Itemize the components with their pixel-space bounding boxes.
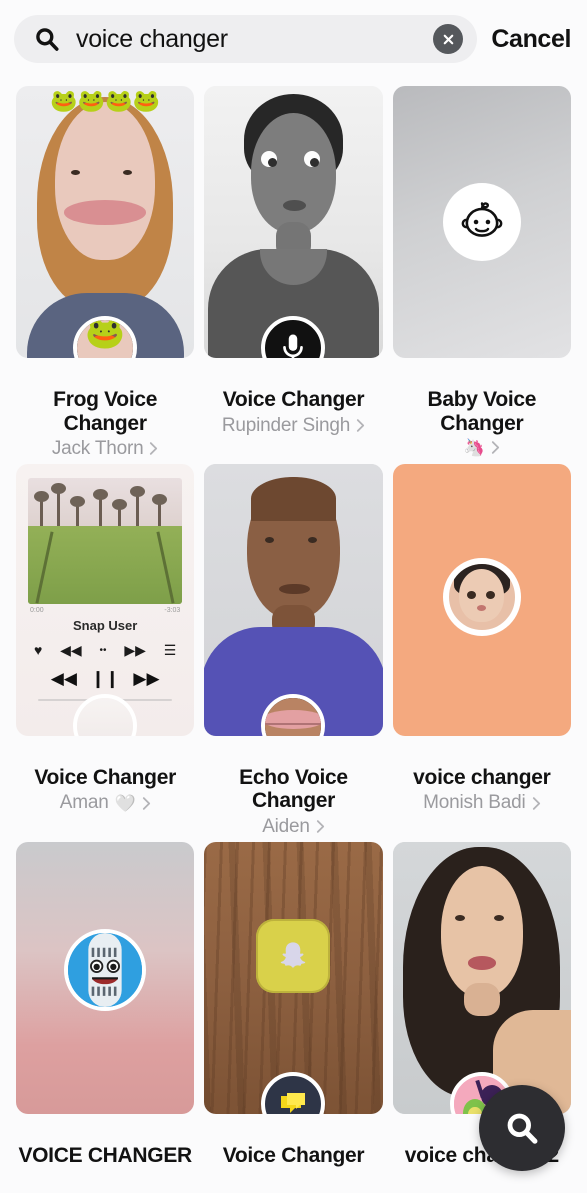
time-elapsed: 0:00: [30, 606, 44, 614]
lens-thumbnail[interactable]: [392, 841, 571, 1114]
lens-title: Frog Voice Changer: [53, 388, 158, 435]
lens-author-row[interactable]: Aman 🤍: [60, 792, 151, 814]
lens-author-row[interactable]: 🦄: [464, 438, 500, 458]
frog-emoji-row: 🐸🐸🐸🐸: [50, 88, 160, 113]
lens-title: Voice Changer: [222, 388, 365, 411]
lens-author-row[interactable]: Jack Thorn: [52, 438, 159, 460]
previous-icon[interactable]: ◀◀: [51, 669, 77, 689]
lens-card[interactable]: Voice Changer: [204, 841, 383, 1168]
lens-meta: Baby Voice Changer 🦄: [393, 358, 571, 458]
lens-thumbnail[interactable]: [392, 463, 571, 736]
pause-icon[interactable]: ❙❙: [91, 669, 120, 689]
lens-thumbnail[interactable]: 0:00 -3:03 Snap User ♥ ◀◀ •• ▶▶ ☰ ◀◀ ❙❙: [16, 463, 195, 736]
lens-meta: voice changer Monish Badi: [393, 736, 571, 814]
lens-meta: VOICE CHANGER: [16, 1114, 194, 1168]
player-times: 0:00 -3:03: [28, 604, 182, 614]
queue-icon[interactable]: ☰: [164, 642, 177, 659]
lens-thumbnail[interactable]: 🐸🐸🐸🐸 🐸: [16, 86, 195, 358]
lens-badge-yellow-speech-bubble-icon[interactable]: [261, 1071, 326, 1114]
lens-author-name: Aman: [59, 792, 109, 814]
lens-badge-cartoon-microphone-icon[interactable]: [64, 928, 147, 1011]
rewind-icon[interactable]: ◀◀: [60, 642, 82, 659]
album-art: [28, 477, 183, 604]
search-icon: [507, 1113, 538, 1144]
lens-author-row[interactable]: Monish Badi: [423, 792, 540, 814]
cancel-button[interactable]: Cancel: [487, 25, 573, 54]
lens-thumbnail[interactable]: [392, 86, 571, 358]
lens-card[interactable]: Echo Voice Changer Aiden: [204, 463, 383, 838]
lens-title: Baby Voice Changer: [427, 388, 537, 435]
lens-card[interactable]: Baby Voice Changer 🦄: [392, 86, 571, 460]
lens-title: Voice Changer: [34, 765, 176, 789]
search-results-screen: voice changer Cancel 🐸�: [0, 0, 587, 1193]
lens-card[interactable]: voice changer Monish Badi: [392, 463, 571, 838]
heart-icon[interactable]: ♥: [34, 642, 42, 658]
yellow-speech-bubble-icon: [281, 1092, 306, 1113]
lens-author-name: Aiden: [262, 815, 310, 837]
lens-badge-baby-face-icon[interactable]: [442, 183, 521, 261]
lens-thumbnail[interactable]: [204, 86, 383, 358]
player-secondary-controls: ♥ ◀◀ •• ▶▶ ☰: [28, 633, 182, 659]
lens-badge-frog-lens-icon[interactable]: 🐸: [73, 316, 138, 358]
next-icon[interactable]: ▶▶: [133, 669, 159, 689]
chevron-right-icon: [150, 442, 158, 456]
lens-thumbnail[interactable]: [204, 841, 383, 1114]
cartoon-microphone-icon: [68, 932, 143, 1007]
baby-face-icon: [461, 202, 503, 237]
lens-author-row[interactable]: Rupinder Singh: [222, 415, 365, 437]
lens-meta: Frog Voice Changer Jack Thorn: [16, 358, 194, 460]
close-icon: [443, 34, 454, 44]
chevron-right-icon: [142, 797, 150, 810]
lens-author-name: Jack Thorn: [51, 438, 144, 460]
player-artist: Snap User: [73, 617, 138, 633]
chevron-right-icon: [532, 797, 540, 810]
more-icon[interactable]: ••: [100, 645, 107, 656]
lens-title: VOICE CHANGER: [18, 1143, 192, 1167]
microphone-icon: [283, 334, 304, 358]
lens-card[interactable]: Voice Changer Rupinder Singh: [204, 86, 383, 460]
lens-badge-face-lens-icon[interactable]: [442, 558, 521, 637]
lens-author-row[interactable]: Aiden: [262, 816, 325, 838]
lens-title: Voice Changer: [222, 1143, 365, 1167]
lens-meta: Voice Changer Rupinder Singh: [204, 358, 382, 436]
search-icon: [36, 28, 59, 51]
lens-thumbnail[interactable]: [204, 463, 383, 736]
lens-results-grid: 🐸🐸🐸🐸 🐸 Frog Voice Changer Jack Thorn Voi…: [0, 86, 587, 1167]
search-bar: voice changer Cancel: [0, 10, 587, 68]
lens-title: voice changer: [413, 765, 551, 789]
lens-meta: Voice Changer Aman 🤍: [16, 736, 194, 814]
lens-title: Echo Voice Changer: [239, 765, 348, 813]
time-remaining: -3:03: [164, 606, 181, 614]
lens-author-emoji: 🤍: [114, 793, 136, 813]
search-input[interactable]: voice changer: [14, 15, 478, 63]
floating-search-button[interactable]: [479, 1085, 565, 1171]
snapchat-ghost-icon: [281, 942, 306, 968]
lens-author-name: Monish Badi: [423, 792, 526, 814]
fast-forward-icon[interactable]: ▶▶: [124, 642, 146, 659]
lens-author-emoji: 🦄: [463, 438, 485, 458]
lens-card[interactable]: 🐸🐸🐸🐸 🐸 Frog Voice Changer Jack Thorn: [16, 86, 195, 460]
chevron-right-icon: [356, 419, 365, 432]
search-query-text[interactable]: voice changer: [76, 25, 417, 54]
player-transport-controls: ◀◀ ❙❙ ▶▶: [28, 659, 182, 689]
chevron-right-icon: [316, 820, 324, 834]
clear-search-button[interactable]: [433, 24, 464, 54]
lens-thumbnail[interactable]: [16, 841, 195, 1114]
lens-author-name: Rupinder Singh: [221, 414, 351, 436]
lens-badge-music-player-icon[interactable]: [73, 693, 138, 736]
lens-badge-lips-icon[interactable]: [261, 693, 326, 736]
lens-meta: Echo Voice Changer Aiden: [204, 736, 382, 838]
snapcode-icon: [256, 918, 331, 993]
lens-meta: Voice Changer: [204, 1114, 382, 1168]
lens-card[interactable]: 0:00 -3:03 Snap User ♥ ◀◀ •• ▶▶ ☰ ◀◀ ❙❙: [16, 463, 195, 838]
chevron-right-icon: [491, 441, 499, 455]
lens-card[interactable]: VOICE CHANGER: [16, 841, 195, 1168]
